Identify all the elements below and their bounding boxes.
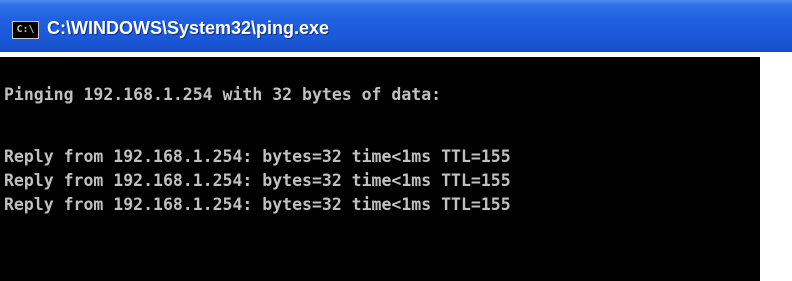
console-line: Reply from 192.168.1.254: bytes=32 time<… [4, 147, 511, 166]
console-line: Pinging 192.168.1.254 with 32 bytes of d… [4, 85, 442, 104]
console-app-icon[interactable]: C:\ [12, 21, 39, 39]
console-output[interactable]: Pinging 192.168.1.254 with 32 bytes of d… [0, 57, 760, 281]
console-line: Reply from 192.168.1.254: bytes=32 time<… [4, 171, 511, 190]
console-line: Reply from 192.168.1.254: bytes=32 time<… [4, 195, 511, 214]
console-window: C:\ C:\WINDOWS\System32\ping.exe Pinging… [0, 0, 792, 281]
title-bar[interactable]: C:\ C:\WINDOWS\System32\ping.exe [0, 0, 792, 52]
window-background [760, 52, 792, 281]
window-title: C:\WINDOWS\System32\ping.exe [47, 18, 330, 38]
